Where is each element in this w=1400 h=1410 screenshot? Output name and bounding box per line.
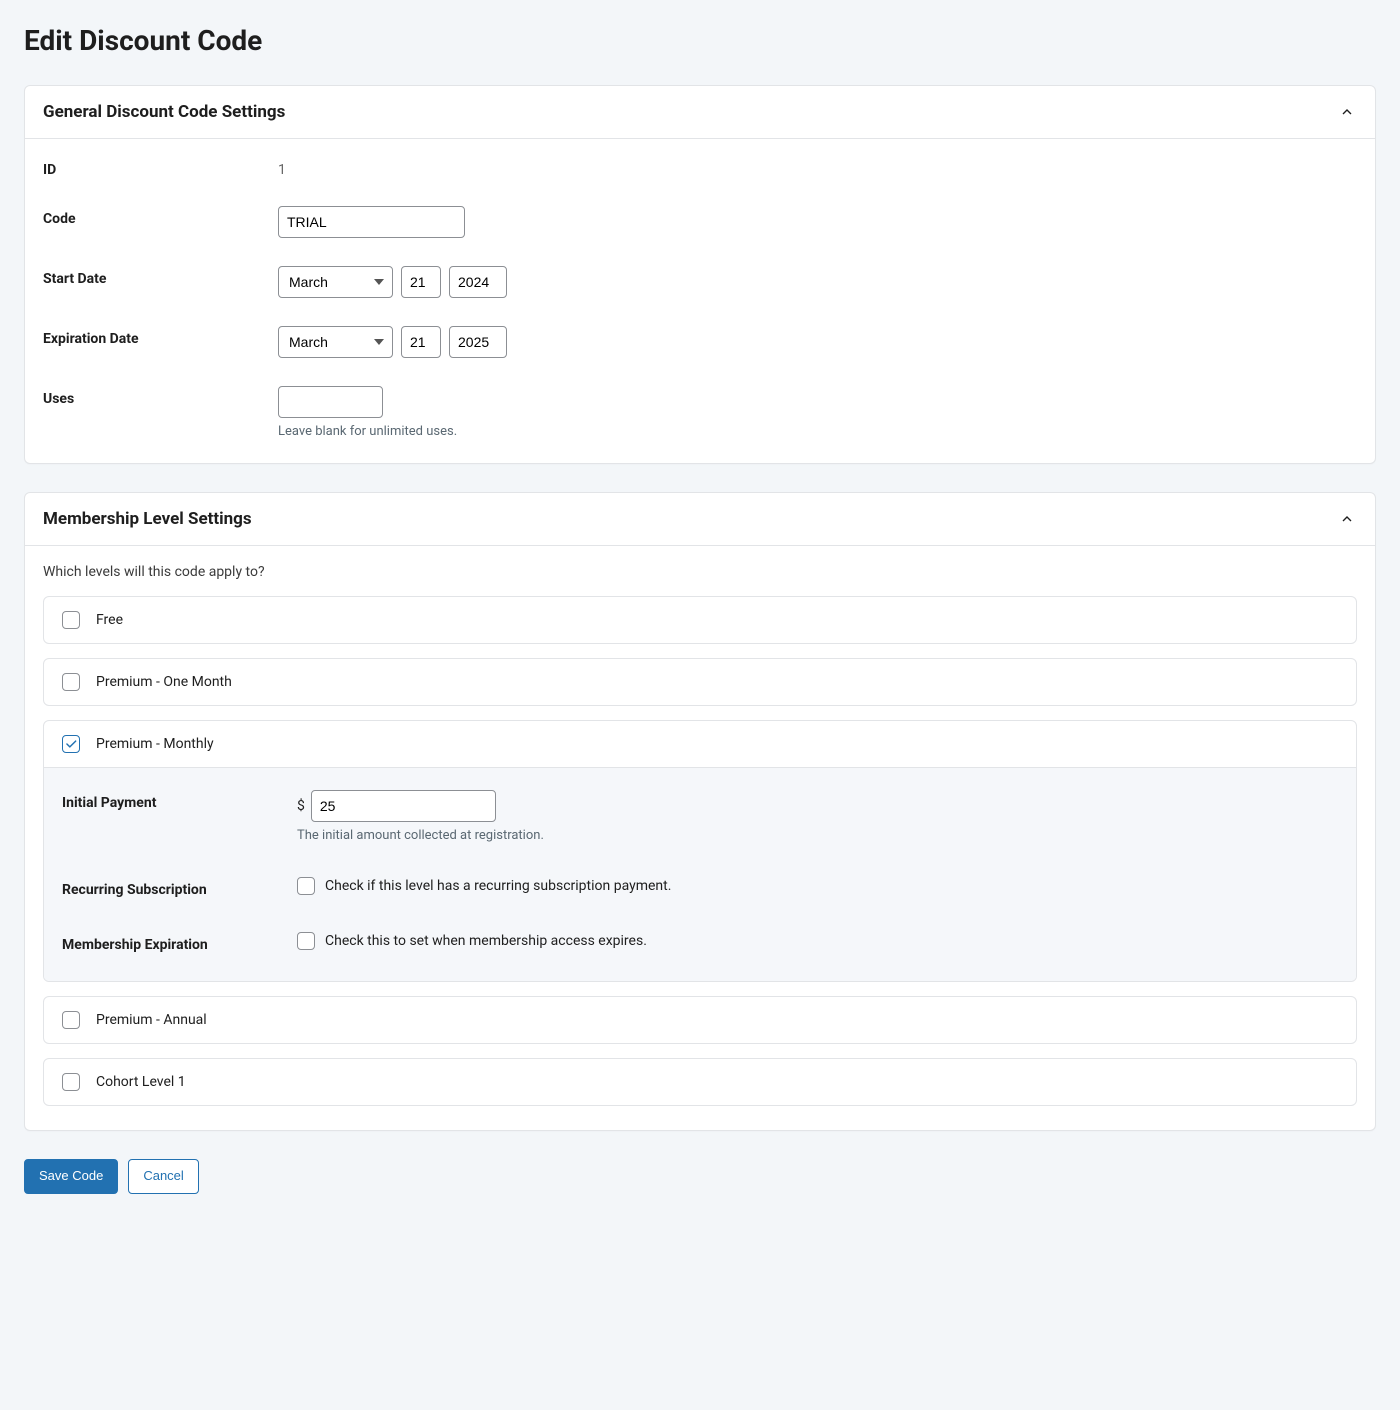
level-checkbox-premium-one-month[interactable]	[62, 673, 80, 691]
level-checkbox-premium-annual[interactable]	[62, 1011, 80, 1029]
level-name: Premium - Monthly	[96, 736, 214, 752]
chevron-up-icon	[1337, 509, 1357, 529]
code-label: Code	[43, 206, 278, 227]
membership-intro: Which levels will this code apply to?	[43, 564, 1357, 580]
expiration-year-input[interactable]	[449, 326, 507, 358]
level-name: Premium - One Month	[96, 674, 232, 690]
uses-row: Uses Leave blank for unlimited uses.	[43, 386, 1357, 439]
level-checkbox-cohort-level-1[interactable]	[62, 1073, 80, 1091]
id-row: ID 1	[43, 157, 1357, 178]
initial-payment-input[interactable]	[311, 790, 496, 822]
level-head-cohort-level-1[interactable]: Cohort Level 1	[44, 1059, 1356, 1105]
level-card-cohort-level-1: Cohort Level 1	[43, 1058, 1357, 1106]
level-head-premium-one-month[interactable]: Premium - One Month	[44, 659, 1356, 705]
page-title: Edit Discount Code	[24, 24, 1376, 57]
code-input[interactable]	[278, 206, 465, 238]
expiration-month-select[interactable]: March	[278, 326, 393, 358]
recurring-text: Check if this level has a recurring subs…	[325, 878, 671, 894]
expiration-date-label: Expiration Date	[43, 326, 278, 347]
expiration-day-input[interactable]	[401, 326, 441, 358]
general-settings-header[interactable]: General Discount Code Settings	[25, 86, 1375, 139]
level-head-premium-monthly[interactable]: Premium - Monthly	[44, 721, 1356, 767]
general-settings-title: General Discount Code Settings	[43, 102, 285, 122]
membership-settings-body: Which levels will this code apply to? Fr…	[25, 546, 1375, 1130]
uses-input[interactable]	[278, 386, 383, 418]
level-name: Premium - Annual	[96, 1012, 207, 1028]
level-name: Free	[96, 612, 123, 628]
general-settings-body: ID 1 Code Start Date March	[25, 139, 1375, 463]
level-head-free[interactable]: Free	[44, 597, 1356, 643]
level-checkbox-free[interactable]	[62, 611, 80, 629]
id-value: 1	[278, 157, 1357, 178]
membership-settings-title: Membership Level Settings	[43, 509, 252, 529]
recurring-row: Recurring Subscription Check if this lev…	[62, 877, 1338, 898]
initial-payment-label: Initial Payment	[62, 790, 297, 811]
level-card-free: Free	[43, 596, 1357, 644]
membership-expiration-label: Membership Expiration	[62, 932, 297, 953]
level-checkbox-premium-monthly[interactable]	[62, 735, 80, 753]
uses-hint: Leave blank for unlimited uses.	[278, 424, 1357, 439]
general-settings-panel: General Discount Code Settings ID 1 Code…	[24, 85, 1376, 464]
initial-payment-hint: The initial amount collected at registra…	[297, 828, 1338, 843]
initial-payment-row: Initial Payment $ The initial amount col…	[62, 790, 1338, 843]
uses-label: Uses	[43, 386, 278, 407]
chevron-up-icon	[1337, 102, 1357, 122]
currency-symbol: $	[297, 798, 305, 814]
start-date-row: Start Date March	[43, 266, 1357, 298]
start-date-label: Start Date	[43, 266, 278, 287]
recurring-label: Recurring Subscription	[62, 877, 297, 898]
membership-expiration-checkbox[interactable]	[297, 932, 315, 950]
code-row: Code	[43, 206, 1357, 238]
membership-expiration-row: Membership Expiration Check this to set …	[62, 932, 1338, 953]
start-year-input[interactable]	[449, 266, 507, 298]
level-card-premium-annual: Premium - Annual	[43, 996, 1357, 1044]
level-head-premium-annual[interactable]: Premium - Annual	[44, 997, 1356, 1043]
level-card-premium-one-month: Premium - One Month	[43, 658, 1357, 706]
expiration-date-row: Expiration Date March	[43, 326, 1357, 358]
action-row: Save Code Cancel	[24, 1159, 1376, 1194]
save-button[interactable]: Save Code	[24, 1159, 118, 1194]
membership-settings-header[interactable]: Membership Level Settings	[25, 493, 1375, 546]
start-month-select[interactable]: March	[278, 266, 393, 298]
level-name: Cohort Level 1	[96, 1074, 186, 1090]
level-sub-premium-monthly: Initial Payment $ The initial amount col…	[44, 767, 1356, 981]
level-card-premium-monthly: Premium - Monthly Initial Payment $ The …	[43, 720, 1357, 982]
membership-expiration-text: Check this to set when membership access…	[325, 933, 647, 949]
cancel-button[interactable]: Cancel	[128, 1159, 198, 1194]
start-day-input[interactable]	[401, 266, 441, 298]
recurring-checkbox[interactable]	[297, 877, 315, 895]
membership-settings-panel: Membership Level Settings Which levels w…	[24, 492, 1376, 1131]
id-label: ID	[43, 157, 278, 178]
